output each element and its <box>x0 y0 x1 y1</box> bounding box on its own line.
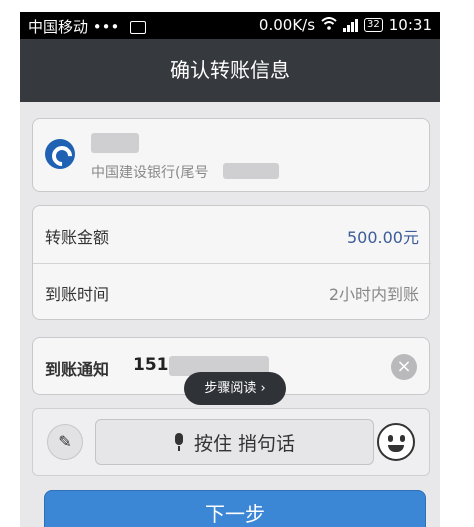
microphone-icon <box>174 433 184 451</box>
notify-phone-input[interactable]: 151 <box>133 355 169 375</box>
phone-screen: 中国移动 ••• 0.00K/s 32 10:31 确认转账信息 中国建设银行(… <box>20 12 440 527</box>
status-right: 0.00K/s 32 10:31 <box>259 16 432 34</box>
amount-label: 转账金额 <box>45 228 110 247</box>
step-reading-toast[interactable]: 步骤阅读 › <box>184 372 286 405</box>
signal-icon <box>343 18 359 32</box>
clear-icon[interactable]: × <box>391 354 417 380</box>
arrival-value: 2小时内到账 <box>328 285 419 304</box>
page-title: 确认转账信息 <box>20 39 440 102</box>
input-bar: ✎ 按住 捎句话 <box>32 408 430 476</box>
bank-logo-icon <box>45 139 75 169</box>
emoji-icon[interactable] <box>377 423 415 461</box>
next-button[interactable]: 下一步 <box>44 490 426 527</box>
wifi-icon <box>321 16 337 34</box>
notify-label: 到账通知 <box>45 360 110 379</box>
arrival-row: 到账时间 2小时内到账 <box>33 263 431 320</box>
bank-subtitle: 中国建设银行(尾号 <box>91 162 208 182</box>
carrier-label: 中国移动 ••• <box>28 16 147 37</box>
masked-account-name <box>91 133 139 153</box>
carrier-text: 中国移动 ••• <box>28 18 120 36</box>
arrival-label: 到账时间 <box>45 285 110 304</box>
bank-card: 中国建设银行(尾号 <box>32 118 430 192</box>
keyboard-icon[interactable]: ✎ <box>47 424 83 460</box>
hold-label: 按住 捎句话 <box>193 432 296 455</box>
image-icon <box>130 21 147 34</box>
battery-icon: 32 <box>364 18 383 32</box>
net-speed: 0.00K/s <box>258 16 316 34</box>
amount-value: 500.00元 <box>347 228 419 247</box>
amount-row: 转账金额 500.00元 <box>33 206 431 264</box>
status-bar: 中国移动 ••• 0.00K/s 32 10:31 <box>20 12 440 39</box>
transfer-details: 转账金额 500.00元 到账时间 2小时内到账 <box>32 205 431 320</box>
bank-subtitle-text: 中国建设银行(尾号 <box>91 165 209 181</box>
clock: 10:31 <box>388 16 432 34</box>
hold-to-talk-button[interactable]: 按住 捎句话 <box>95 419 374 465</box>
masked-card-tail <box>223 163 279 179</box>
